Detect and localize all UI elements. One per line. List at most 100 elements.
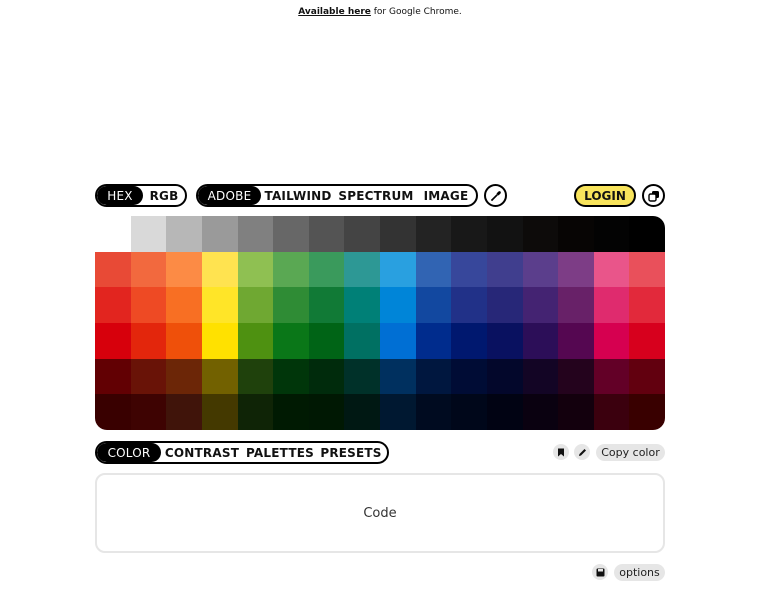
color-swatch[interactable] — [166, 216, 202, 252]
chrome-extension-link[interactable]: Available here — [298, 7, 371, 17]
color-swatch[interactable] — [629, 287, 665, 323]
color-swatch[interactable] — [380, 394, 416, 430]
color-swatch[interactable] — [130, 251, 167, 288]
color-swatch[interactable] — [237, 287, 274, 323]
color-swatch[interactable] — [522, 251, 559, 288]
color-swatch[interactable] — [95, 394, 131, 430]
code-output[interactable]: Code — [95, 473, 665, 553]
color-swatch[interactable] — [308, 323, 345, 359]
color-swatch[interactable] — [201, 287, 238, 323]
color-swatch[interactable] — [95, 216, 131, 252]
color-swatch[interactable] — [166, 251, 202, 288]
color-swatch[interactable] — [237, 323, 274, 359]
color-swatch[interactable] — [130, 394, 167, 430]
color-swatch[interactable] — [593, 323, 630, 359]
tab-spectrum[interactable]: SPECTRUM — [335, 186, 417, 205]
color-swatch[interactable] — [522, 216, 559, 252]
color-swatch[interactable] — [451, 287, 487, 323]
color-swatch[interactable] — [273, 216, 309, 252]
color-swatch[interactable] — [629, 216, 665, 252]
color-swatch[interactable] — [451, 216, 487, 252]
color-swatch[interactable] — [237, 358, 274, 395]
color-swatch[interactable] — [308, 394, 345, 430]
color-swatch[interactable] — [273, 358, 309, 395]
color-swatch[interactable] — [344, 287, 380, 323]
save-button[interactable] — [592, 564, 608, 580]
color-swatch[interactable] — [95, 251, 131, 288]
color-swatch[interactable] — [415, 251, 452, 288]
color-swatch[interactable] — [201, 216, 238, 252]
color-swatch[interactable] — [344, 216, 380, 252]
copy-stack-button[interactable] — [642, 184, 665, 207]
color-swatch[interactable] — [380, 287, 416, 323]
bookmark-button[interactable] — [553, 444, 569, 460]
color-swatch[interactable] — [486, 287, 523, 323]
color-swatch[interactable] — [95, 323, 131, 359]
tab-image[interactable]: IMAGE — [417, 186, 475, 205]
color-swatch[interactable] — [629, 323, 665, 359]
color-swatch[interactable] — [166, 287, 202, 323]
color-swatch[interactable] — [308, 216, 345, 252]
color-swatch[interactable] — [522, 358, 559, 395]
color-swatch[interactable] — [415, 394, 452, 430]
color-swatch[interactable] — [237, 394, 274, 430]
options-button[interactable]: options — [614, 564, 665, 581]
tab-hex[interactable]: HEX — [97, 186, 143, 205]
color-swatch[interactable] — [593, 216, 630, 252]
color-swatch[interactable] — [344, 251, 380, 288]
login-button[interactable]: LOGIN — [574, 184, 636, 207]
color-swatch[interactable] — [522, 287, 559, 323]
tab-presets[interactable]: PRESETS — [317, 443, 385, 462]
edit-button[interactable] — [574, 444, 590, 460]
color-swatch[interactable] — [593, 251, 630, 288]
color-swatch[interactable] — [95, 358, 131, 395]
color-swatch[interactable] — [558, 251, 594, 288]
color-swatch[interactable] — [308, 358, 345, 395]
color-swatch[interactable] — [130, 323, 167, 359]
tab-adobe[interactable]: ADOBE — [198, 186, 261, 205]
color-swatch[interactable] — [415, 358, 452, 395]
color-swatch[interactable] — [629, 358, 665, 395]
color-swatch[interactable] — [273, 251, 309, 288]
color-swatch[interactable] — [451, 358, 487, 395]
tab-tailwind[interactable]: TAILWIND — [261, 186, 335, 205]
color-swatch[interactable] — [593, 358, 630, 395]
color-swatch[interactable] — [415, 287, 452, 323]
color-swatch[interactable] — [486, 358, 523, 395]
color-swatch[interactable] — [558, 394, 594, 430]
color-swatch[interactable] — [558, 358, 594, 395]
color-swatch[interactable] — [201, 358, 238, 395]
color-swatch[interactable] — [593, 394, 630, 430]
color-swatch[interactable] — [380, 216, 416, 252]
color-swatch[interactable] — [201, 394, 238, 430]
color-swatch[interactable] — [344, 358, 380, 395]
tab-contrast[interactable]: CONTRAST — [161, 443, 243, 462]
color-swatch[interactable] — [166, 394, 202, 430]
color-swatch[interactable] — [130, 287, 167, 323]
color-swatch[interactable] — [558, 216, 594, 252]
color-swatch[interactable] — [308, 287, 345, 323]
color-swatch[interactable] — [237, 251, 274, 288]
color-swatch[interactable] — [380, 323, 416, 359]
color-swatch[interactable] — [486, 323, 523, 359]
color-swatch[interactable] — [451, 323, 487, 359]
color-swatch[interactable] — [308, 251, 345, 288]
color-swatch[interactable] — [344, 394, 380, 430]
color-swatch[interactable] — [486, 394, 523, 430]
tab-color[interactable]: COLOR — [97, 443, 161, 462]
color-swatch[interactable] — [130, 216, 167, 252]
color-swatch[interactable] — [629, 394, 665, 430]
color-swatch[interactable] — [380, 358, 416, 395]
color-swatch[interactable] — [201, 251, 238, 288]
color-swatch[interactable] — [166, 323, 202, 359]
color-swatch[interactable] — [486, 251, 523, 288]
color-swatch[interactable] — [344, 323, 380, 359]
tab-rgb[interactable]: RGB — [143, 186, 185, 205]
color-swatch[interactable] — [166, 358, 202, 395]
copy-color-button[interactable]: Copy color — [596, 444, 665, 461]
color-swatch[interactable] — [201, 323, 238, 359]
color-swatch[interactable] — [451, 394, 487, 430]
color-swatch[interactable] — [522, 394, 559, 430]
tab-palettes[interactable]: PALETTES — [243, 443, 317, 462]
color-swatch[interactable] — [273, 394, 309, 430]
